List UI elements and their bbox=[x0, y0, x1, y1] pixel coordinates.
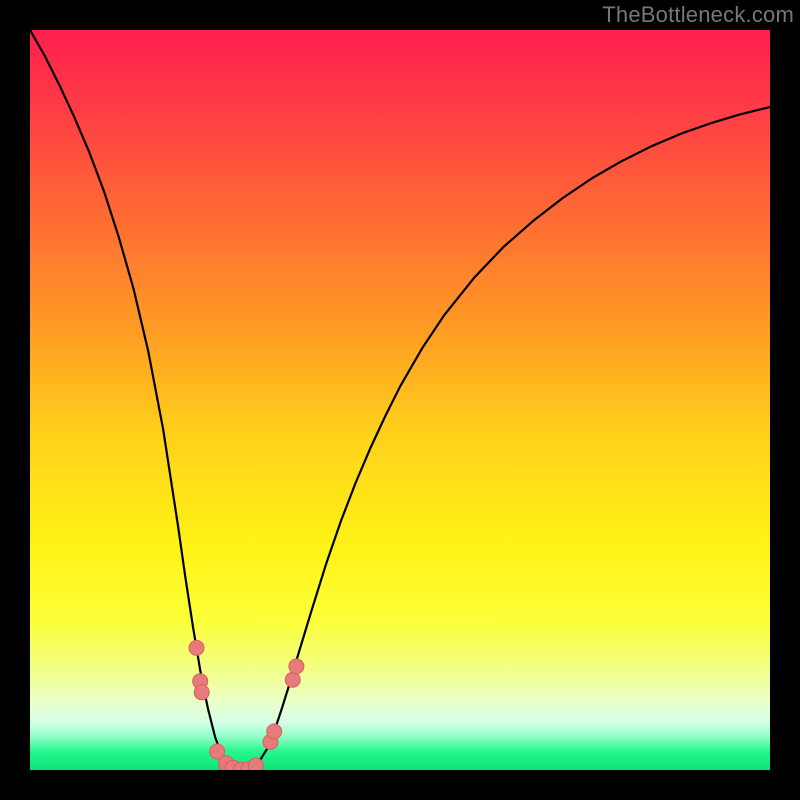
plot-area bbox=[30, 30, 770, 770]
data-marker bbox=[267, 724, 282, 739]
chart-svg bbox=[30, 30, 770, 770]
data-marker bbox=[285, 672, 300, 687]
data-marker bbox=[248, 758, 263, 770]
data-marker bbox=[289, 659, 304, 674]
gradient-background bbox=[30, 30, 770, 770]
watermark-text: TheBottleneck.com bbox=[602, 2, 794, 28]
data-marker bbox=[194, 685, 209, 700]
chart-container: TheBottleneck.com bbox=[0, 0, 800, 800]
data-marker bbox=[189, 640, 204, 655]
